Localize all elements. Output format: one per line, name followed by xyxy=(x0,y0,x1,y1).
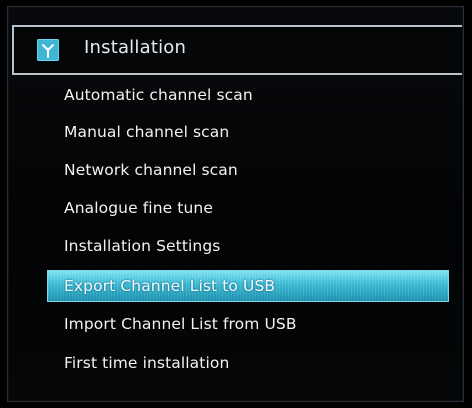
menu-item-import-channel-list[interactable]: Import Channel List from USB xyxy=(64,315,297,333)
menu-item-first-time-installation[interactable]: First time installation xyxy=(64,354,229,372)
menu-item-analogue-fine-tune[interactable]: Analogue fine tune xyxy=(64,199,213,217)
menu-item-automatic-channel-scan[interactable]: Automatic channel scan xyxy=(64,86,253,104)
menu-item-network-channel-scan[interactable]: Network channel scan xyxy=(64,161,238,179)
menu-item-installation-settings[interactable]: Installation Settings xyxy=(64,237,220,255)
menu-item-manual-channel-scan[interactable]: Manual channel scan xyxy=(64,123,229,141)
installation-menu: Automatic channel scan Manual channel sc… xyxy=(0,0,472,408)
menu-item-export-channel-list[interactable]: Export Channel List to USB xyxy=(48,271,448,301)
